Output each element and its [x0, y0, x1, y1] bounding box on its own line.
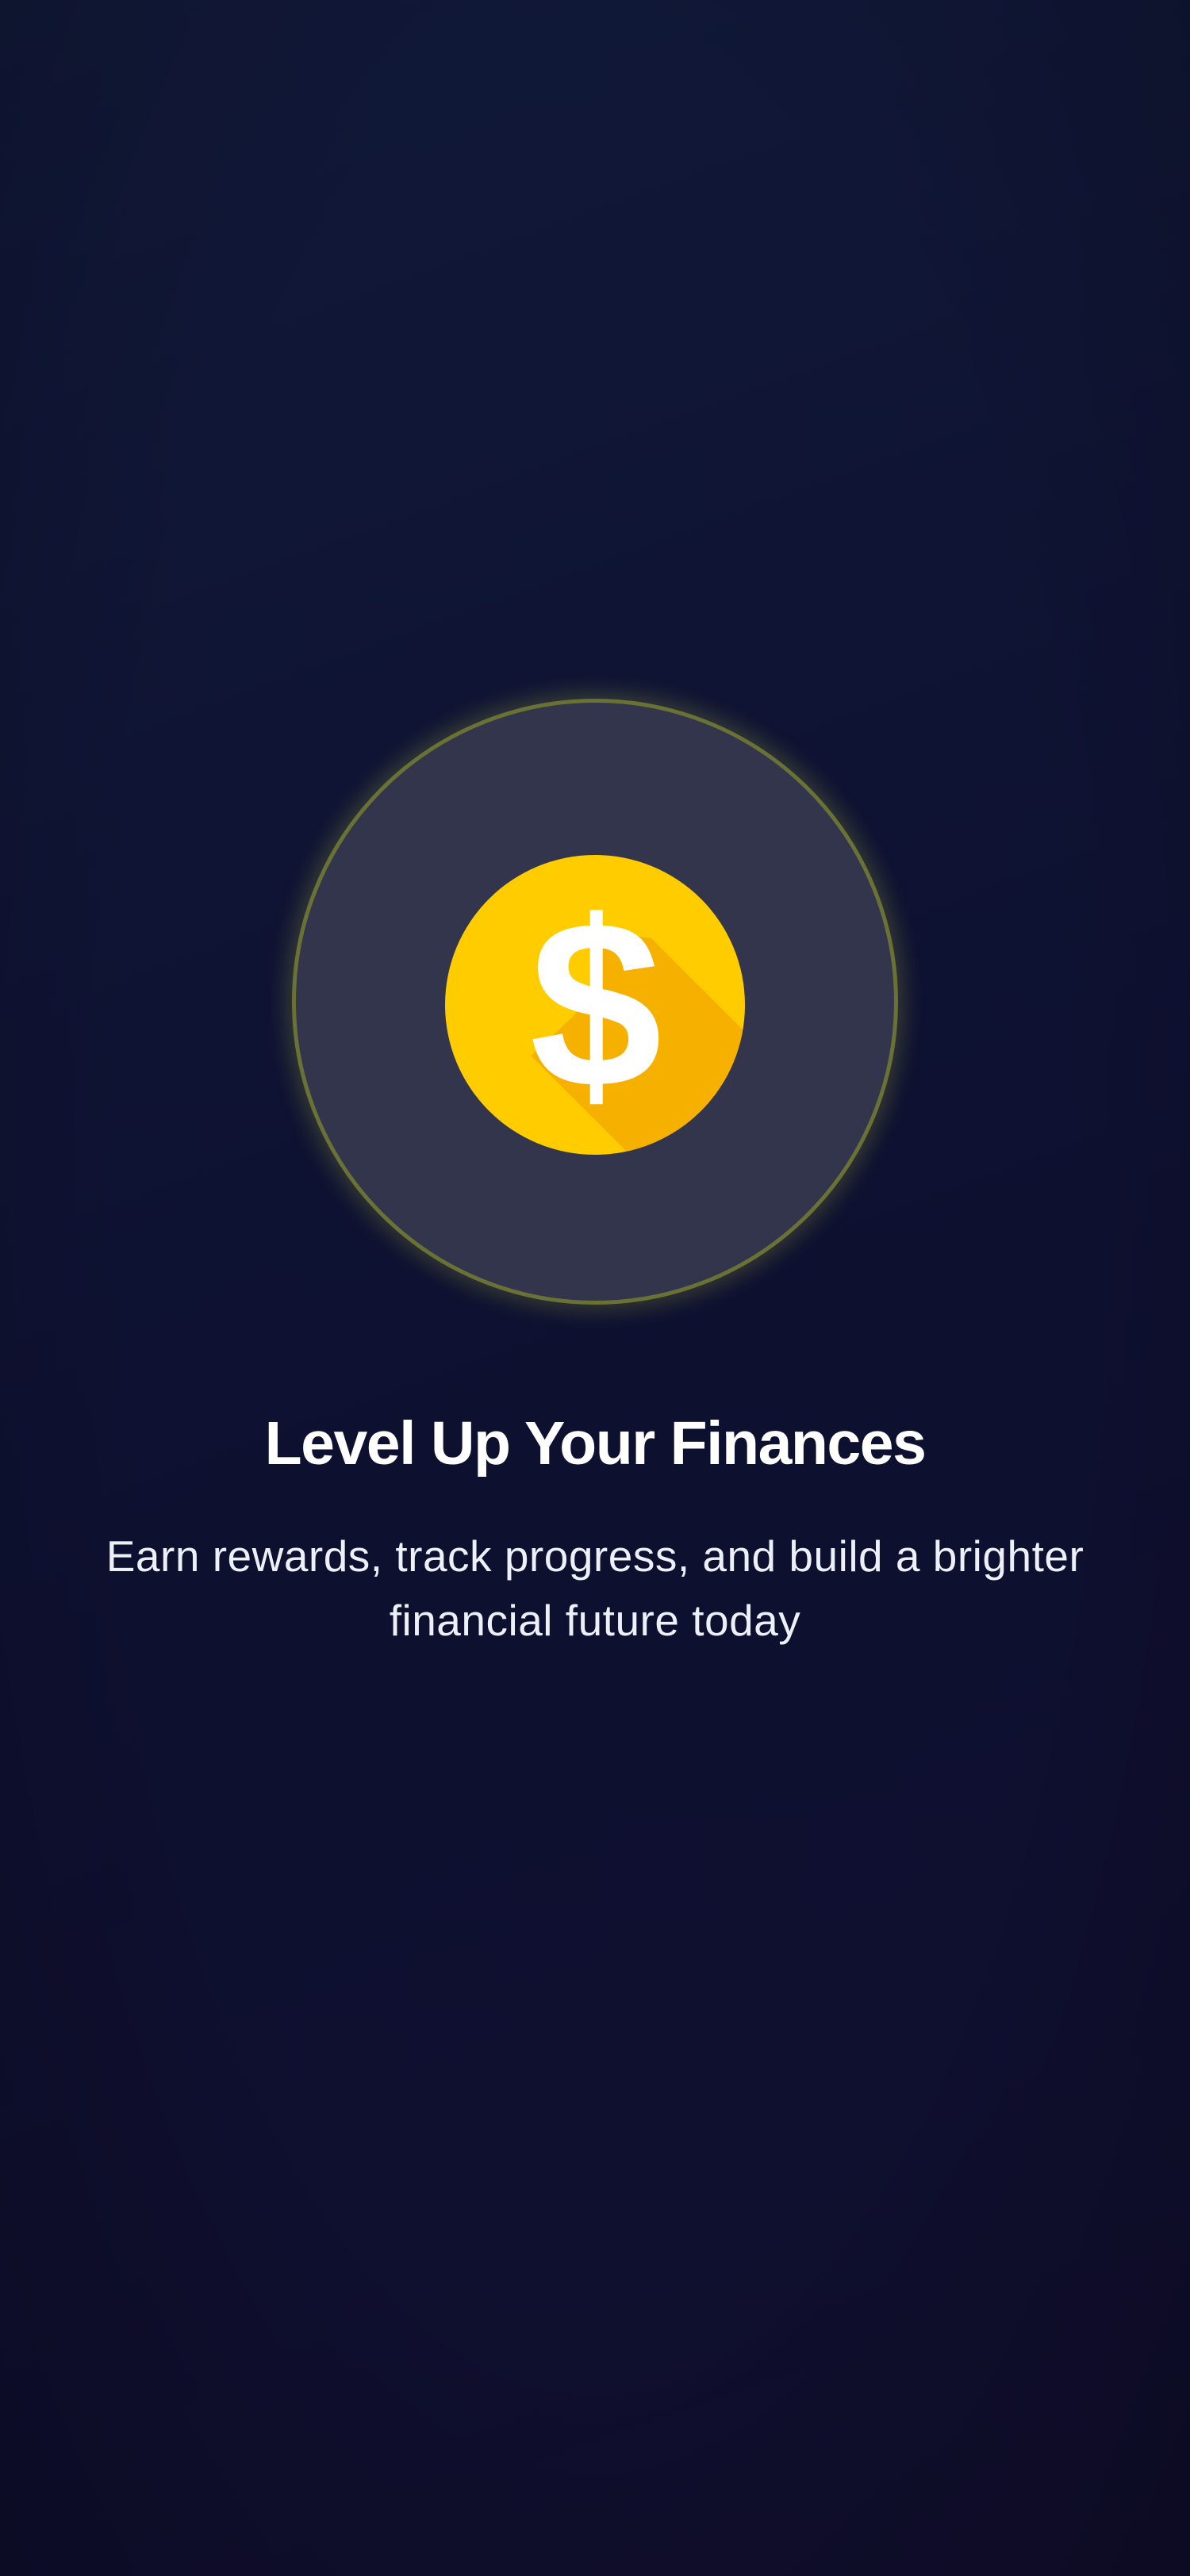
page-subtitle: Earn rewards, track progress, and build … [106, 1531, 1084, 1645]
coin-symbol: $ [530, 871, 662, 1137]
page-title: Level Up Your Finances [264, 1409, 927, 1478]
dollar-coin-icon: $ [445, 855, 745, 1155]
